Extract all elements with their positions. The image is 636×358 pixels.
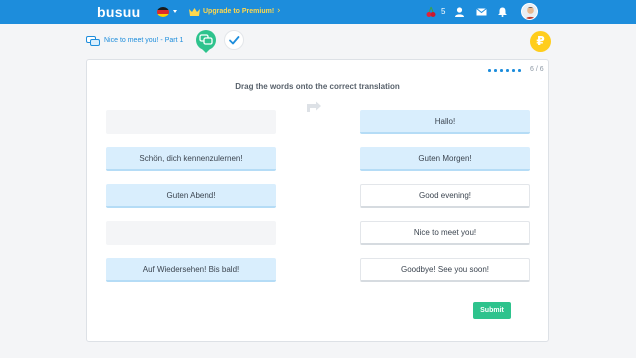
translation-target[interactable]: Good evening! <box>360 184 530 208</box>
coin-icon[interactable]: ₽ <box>530 31 551 52</box>
translation-target[interactable]: Nice to meet you! <box>360 221 530 245</box>
chevron-down-icon[interactable] <box>173 10 177 13</box>
draggable-word-tile[interactable]: Auf Wiedersehen! Bis bald! <box>106 258 276 282</box>
current-step-pointer <box>202 49 210 53</box>
step-current-conversation[interactable] <box>196 30 216 50</box>
conversation-icon <box>86 36 100 46</box>
mail-icon[interactable] <box>476 7 487 17</box>
upgrade-premium-link[interactable]: Upgrade to Premium! <box>203 8 274 15</box>
speech-bubbles-icon <box>199 34 213 45</box>
submit-button[interactable]: Submit <box>473 302 511 319</box>
busuu-logo[interactable]: busuu <box>97 4 141 20</box>
exercise-instruction: Drag the words onto the correct translat… <box>235 82 400 91</box>
top-navigation-bar: busuu Upgrade to Premium! › 5 <box>0 0 636 24</box>
placed-word-tile[interactable]: Guten Morgen! <box>360 147 530 171</box>
drop-slot-empty[interactable] <box>106 221 276 245</box>
placed-word-tile[interactable]: Hallo! <box>360 110 530 134</box>
cherry-icon[interactable] <box>426 6 436 18</box>
bell-icon[interactable] <box>497 7 508 17</box>
drop-slot-empty[interactable] <box>106 110 276 134</box>
chevron-right-icon[interactable]: › <box>277 6 281 16</box>
translation-target[interactable]: Goodbye! See you soon! <box>360 258 530 282</box>
checkmark-icon <box>229 36 240 45</box>
avatar[interactable] <box>521 3 538 20</box>
cherry-count: 5 <box>441 7 446 16</box>
lesson-title-link[interactable]: Nice to meet you! - Part 1 <box>104 37 183 44</box>
draggable-word-tile[interactable]: Schön, dich kennenzulernen! <box>106 147 276 171</box>
step-counter: 6 / 6 <box>530 66 544 73</box>
flag-germany-icon[interactable] <box>157 7 169 17</box>
draggable-word-tile[interactable]: Guten Abend! <box>106 184 276 208</box>
drag-hint-arrow-icon <box>307 101 321 112</box>
crown-icon[interactable] <box>189 8 200 16</box>
user-icon[interactable] <box>454 7 465 17</box>
step-checkpoint[interactable] <box>224 30 244 50</box>
